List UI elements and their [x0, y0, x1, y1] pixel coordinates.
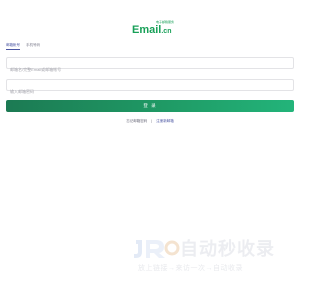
jr-logo-icon — [134, 240, 180, 258]
links-separator: | — [151, 119, 153, 123]
watermark: 自动秒收录 放上链接→来访一次→自动收录 — [132, 236, 282, 276]
login-page: Email .cn 电子邮箱服务 邮箱帐号 手机号码 登 录 忘记邮箱密码 | … — [0, 0, 300, 300]
watermark-subtitle: 放上链接→来访一次→自动收录 — [138, 265, 243, 272]
email-field-container — [6, 57, 294, 75]
email-input[interactable] — [7, 64, 293, 75]
brand-suffix: .cn — [161, 28, 172, 35]
login-tabs: 邮箱帐号 手机号码 — [6, 42, 40, 50]
brand-tagline: 电子邮箱服务 — [156, 20, 175, 24]
tab-phone-number[interactable]: 手机号码 — [26, 42, 40, 50]
forgot-password-link[interactable]: 忘记邮箱密码 — [126, 118, 147, 124]
watermark-title: 自动秒收录 — [180, 239, 275, 259]
brand-logo: Email .cn 电子邮箱服务 — [132, 20, 175, 36]
login-button[interactable]: 登 录 — [6, 100, 294, 112]
brand-name: Email — [132, 24, 162, 36]
account-links: 忘记邮箱密码 | 注册新邮箱 — [0, 118, 300, 124]
register-link[interactable]: 注册新邮箱 — [156, 118, 174, 124]
login-button-label: 登 录 — [143, 103, 157, 108]
password-input[interactable] — [7, 86, 293, 97]
tab-email-account[interactable]: 邮箱帐号 — [6, 42, 20, 50]
password-field-container — [6, 79, 294, 97]
